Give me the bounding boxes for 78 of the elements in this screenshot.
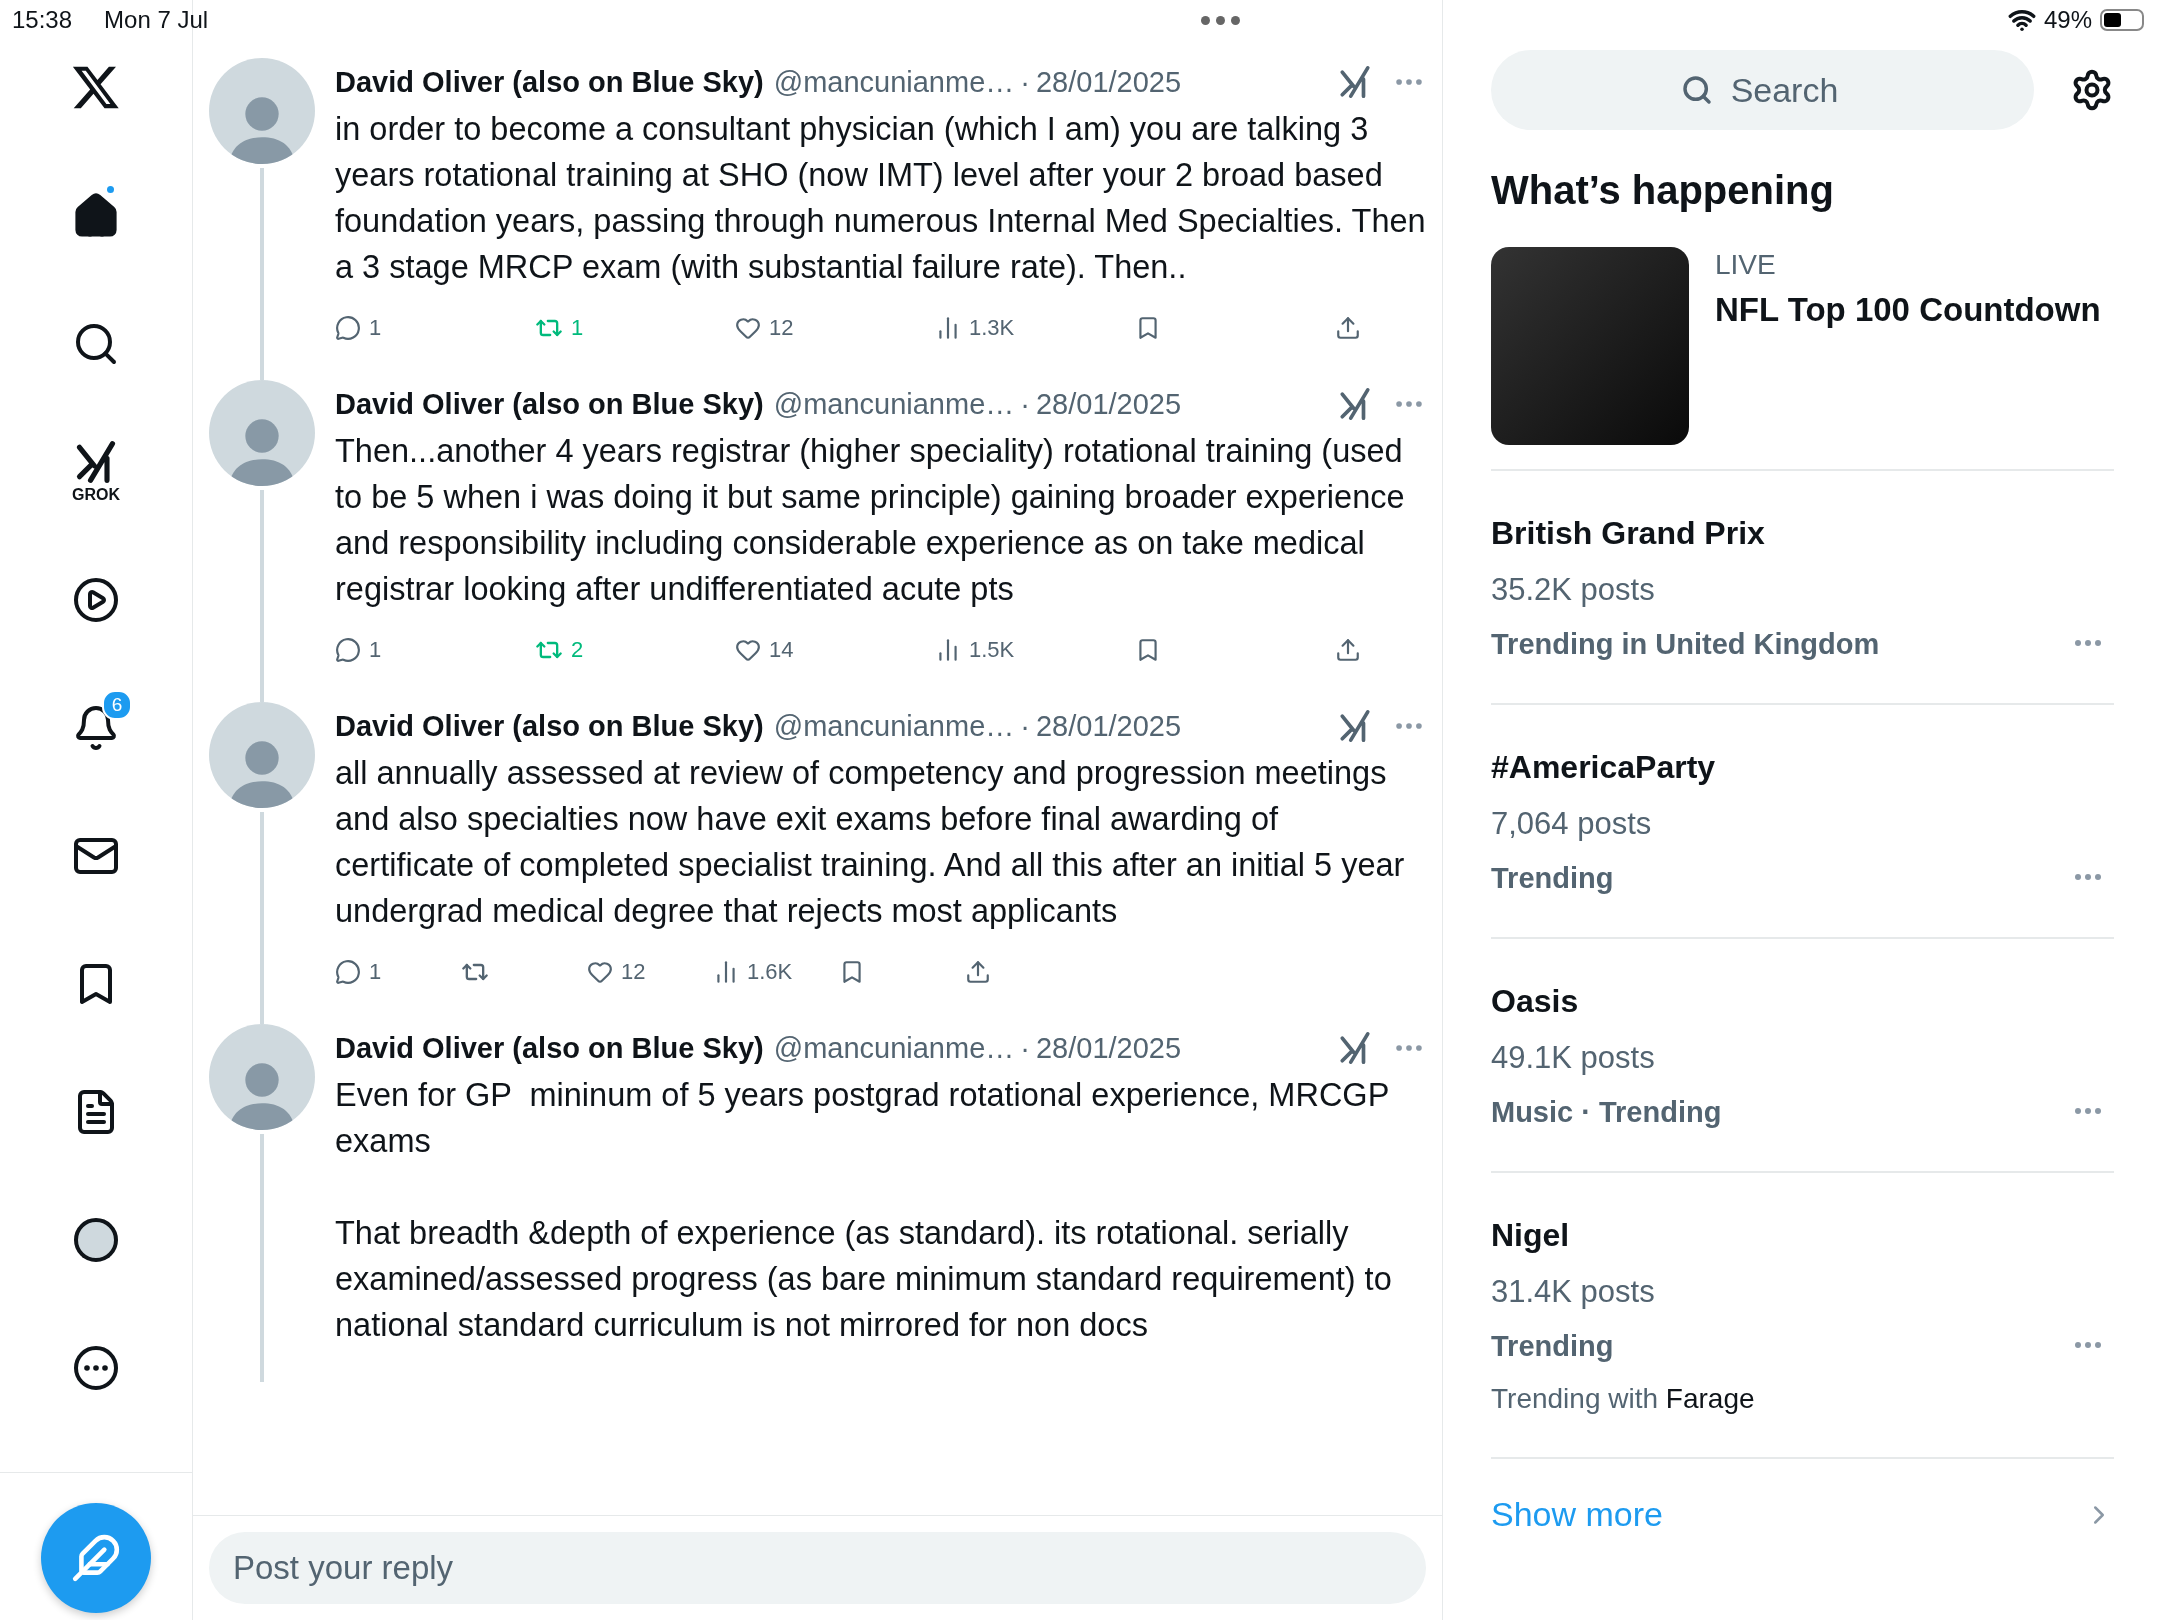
search-field[interactable]: Search <box>1491 50 2034 130</box>
trend-post-count: 31.4K posts <box>1491 1274 1655 1310</box>
search-icon <box>1680 74 1713 106</box>
more-button[interactable] <box>2074 1107 2102 1115</box>
author-name[interactable]: David Oliver (also on Blue Sky) <box>335 387 764 421</box>
speech-bubble-icon <box>335 315 361 341</box>
trend-context: Trending <box>1491 862 1614 895</box>
reply-input-field[interactable]: Post your reply <box>209 1532 1426 1604</box>
heart-icon <box>735 315 761 341</box>
author-handle: @mancunianme… <box>773 709 1015 743</box>
trend-post-count: 35.2K posts <box>1491 572 1655 608</box>
like-button[interactable]: 12 <box>735 315 935 341</box>
post-text: Then...another 4 years registrar (higher speciality) rotational training (used to be 5 when i was doing it but same principle) gaining broader experience and responsibility including considerable experience as on take medical registrar looking after undifferentiated acute pts <box>335 432 1406 609</box>
separator-dot: · <box>1020 65 1030 99</box>
compose-button[interactable] <box>41 1503 151 1613</box>
slash-logo-icon[interactable] <box>1338 65 1372 99</box>
slash-logo-icon[interactable] <box>1338 1031 1372 1065</box>
separator-dot: · <box>1020 387 1030 421</box>
heart-icon <box>735 637 761 663</box>
more-button[interactable] <box>2074 1341 2102 1349</box>
speech-bubble-icon <box>335 959 361 985</box>
post-date: 28/01/2025 <box>1035 387 1182 421</box>
battery-percent: 49% <box>2043 6 2092 34</box>
notification-badge: 6 <box>102 690 132 720</box>
post-date: 28/01/2025 <box>1035 1031 1182 1065</box>
more-icon <box>2074 639 2102 647</box>
author-name[interactable]: David Oliver (also on Blue Sky) <box>335 1031 764 1065</box>
trend-context: Trending in United Kingdom <box>1491 628 1880 661</box>
more-button[interactable] <box>2074 639 2102 647</box>
nav-label: GROK <box>72 486 120 504</box>
trend-name[interactable]: Oasis <box>1491 983 1579 1020</box>
more-icon <box>2074 873 2102 881</box>
trend-post-count: 49.1K posts <box>1491 1040 1655 1076</box>
heart-icon <box>587 959 613 985</box>
author-handle: @mancunianme… <box>773 1031 1015 1065</box>
share-icon <box>1335 637 1361 663</box>
views-button[interactable]: 1.3K <box>935 315 1135 341</box>
trend-related: Trending with Farage <box>1491 1383 1755 1415</box>
slash-logo-icon[interactable] <box>1338 387 1372 421</box>
trend-name[interactable]: Nigel <box>1491 1217 1570 1254</box>
multitasking-dots-icon[interactable] <box>1200 15 1240 25</box>
nav-grok-button[interactable]: GROK <box>48 408 144 536</box>
live-label: LIVE <box>1715 249 1777 281</box>
like-button[interactable]: 12 <box>587 959 713 985</box>
post-text: in order to become a consultant physician (which I am) you are talking 3 years rotational training at SHO (now IMT) level after your 2 broad based foundation years, passing through numerous Internal Med Specialties. Then a 3 stage MRCP exam (with substantial failure rate). Then.. <box>335 110 1426 287</box>
post-text: all annually assessed at review of competency and progression meetings and also specialties now have exit exams before final awarding of certificate of completed specialist training. And all this after an initial 5 year undergrad medical degree that rejects most applicants <box>335 754 1406 931</box>
trend-post-count: 7,064 posts <box>1491 806 1652 842</box>
post-date: 28/01/2025 <box>1035 65 1182 99</box>
reply-button[interactable]: 1 <box>335 959 461 985</box>
trend-context: Trending <box>1491 1330 1614 1363</box>
like-button[interactable]: 14 <box>735 637 935 663</box>
separator-dot: · <box>1020 1031 1030 1065</box>
live-event-title[interactable]: NFL Top 100 Countdown <box>1715 291 2101 329</box>
reply-button[interactable]: 1 <box>335 637 535 663</box>
more-button[interactable] <box>2074 873 2102 881</box>
author-handle: @mancunianme… <box>773 387 1015 421</box>
author-name[interactable]: David Oliver (also on Blue Sky) <box>335 709 764 743</box>
trend-name[interactable]: British Grand Prix <box>1491 515 1765 552</box>
author-name[interactable]: David Oliver (also on Blue Sky) <box>335 65 764 99</box>
separator-dot: · <box>1020 709 1030 743</box>
section-title: What’s happening <box>1491 168 1835 213</box>
author-handle: @mancunianme… <box>773 65 1015 99</box>
speech-bubble-icon <box>335 637 361 663</box>
views-button[interactable]: 1.6K <box>713 959 839 985</box>
trend-name[interactable]: #AmericaParty <box>1491 749 1716 786</box>
more-icon <box>2074 1107 2102 1115</box>
status-time: 15:38 <box>12 6 73 34</box>
reply-button[interactable]: 1 <box>335 315 535 341</box>
battery-icon <box>2100 9 2144 31</box>
slash-logo-icon[interactable] <box>1338 709 1372 743</box>
post-date: 28/01/2025 <box>1035 709 1182 743</box>
share-icon <box>1335 315 1361 341</box>
post-text: Even for GP mininum of 5 years postgrad rotational experience, MRCGP exams That breadth &depth of experience (as standard). its rotational. serially examined/assessed progress (as bare minimum standard requirement) to national standard curriculum is not mirrored for non docs <box>335 1076 1393 1345</box>
trend-context: Music · Trending <box>1491 1096 1722 1129</box>
views-button[interactable]: 1.5K <box>935 637 1135 663</box>
share-icon <box>965 959 991 985</box>
status-date: Mon 7 Jul <box>104 6 209 34</box>
more-icon <box>2074 1341 2102 1349</box>
